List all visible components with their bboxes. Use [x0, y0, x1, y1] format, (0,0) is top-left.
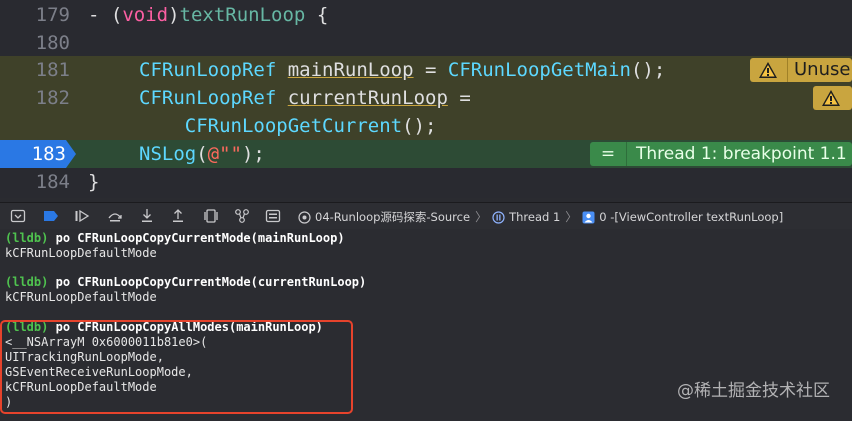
- badge-divider: [626, 142, 627, 166]
- code-line-182[interactable]: 182 CFRunLoopRef currentRunLoop =: [0, 84, 852, 112]
- console-output: kCFRunLoopDefaultMode: [5, 290, 157, 304]
- line-number: 183: [31, 143, 66, 165]
- code-text[interactable]: CFRunLoopGetCurrent();: [139, 112, 437, 140]
- code-text[interactable]: - (void)textRunLoop {: [88, 1, 328, 29]
- line-number[interactable]: 180: [0, 29, 70, 57]
- breakpoint-toggle-icon[interactable]: [43, 208, 59, 224]
- breadcrumb: 04-Runloop源码探索-Source 〉 Thread 1 〉 0 -[V…: [298, 203, 783, 229]
- code-token: CFRunLoopRef: [139, 87, 277, 109]
- lldb-prompt: (lldb): [5, 231, 49, 245]
- breakpoint-status-badge[interactable]: = Thread 1: breakpoint 1.1: [590, 142, 852, 166]
- line-number[interactable]: 184: [0, 168, 70, 196]
- warning-message: Unuse: [794, 59, 851, 80]
- code-text[interactable]: }: [88, 168, 99, 196]
- line-number[interactable]: 182: [0, 84, 70, 112]
- memory-graph-icon[interactable]: [234, 208, 250, 224]
- thread-icon: [492, 210, 505, 224]
- step-over-icon[interactable]: [107, 208, 123, 224]
- code-token: =: [447, 87, 471, 109]
- line-number[interactable]: 181: [0, 56, 70, 84]
- code-editor[interactable]: 179 - (void)textRunLoop { 180 181 CFRunL…: [0, 0, 852, 198]
- code-line-180[interactable]: 180: [0, 29, 852, 57]
- breadcrumb-target[interactable]: 04-Runloop源码探索-Source: [298, 204, 470, 230]
- environment-icon[interactable]: [265, 208, 281, 224]
- code-token: NSLog: [139, 143, 197, 165]
- console-line: (lldb) po CFRunLoopCopyCurrentMode(mainR…: [5, 231, 345, 246]
- warning-icon: [759, 62, 777, 78]
- thread-indicator-icon: =: [600, 144, 616, 164]
- code-token: CFRunLoopRef: [139, 59, 277, 81]
- console-command: po CFRunLoopCopyCurrentMode(currentRunLo…: [55, 275, 367, 289]
- code-token: ();: [402, 115, 437, 137]
- breakpoint-marker[interactable]: 183: [0, 140, 76, 168]
- breakpoint-message: Thread 1: breakpoint 1.1: [636, 144, 847, 164]
- line-number[interactable]: 179: [0, 1, 70, 29]
- code-text[interactable]: CFRunLoopRef mainRunLoop = CFRunLoopGetM…: [139, 56, 665, 84]
- breadcrumb-thread[interactable]: Thread 1: [492, 204, 560, 230]
- chevron-right-icon: 〉: [475, 209, 488, 224]
- console-output: kCFRunLoopDefaultMode: [5, 246, 157, 260]
- code-token: @"": [207, 143, 242, 165]
- breadcrumb-target-label: 04-Runloop源码探索-Source: [315, 209, 471, 224]
- breadcrumb-thread-label: Thread 1: [509, 209, 561, 224]
- console-line: (lldb) po CFRunLoopCopyCurrentMode(curre…: [5, 275, 366, 290]
- code-token: );: [241, 143, 265, 165]
- warning-badge[interactable]: Unuse: [750, 58, 852, 82]
- target-icon: [298, 210, 311, 224]
- badge-divider: [787, 58, 788, 82]
- code-token: mainRunLoop: [287, 59, 414, 81]
- code-token: {: [305, 4, 329, 26]
- code-text[interactable]: NSLog(@"");: [139, 140, 265, 168]
- code-token: CFRunLoopGetCurrent: [139, 115, 403, 137]
- step-into-icon[interactable]: [139, 208, 155, 224]
- code-line-182-continued[interactable]: CFRunLoopGetCurrent();: [0, 112, 852, 140]
- warning-icon: [822, 90, 840, 106]
- debug-toolbar: 04-Runloop源码探索-Source 〉 Thread 1 〉 0 -[V…: [0, 202, 852, 230]
- debug-console[interactable]: (lldb) po CFRunLoopCopyCurrentMode(mainR…: [0, 229, 852, 421]
- code-token: =: [413, 59, 448, 81]
- hide-console-icon[interactable]: [10, 208, 26, 224]
- code-token: currentRunLoop: [287, 87, 448, 109]
- code-line-179[interactable]: 179 - (void)textRunLoop {: [0, 1, 852, 29]
- continue-icon[interactable]: [74, 208, 90, 224]
- person-icon: [582, 211, 595, 223]
- code-text[interactable]: CFRunLoopRef currentRunLoop =: [139, 84, 471, 112]
- code-token: - (: [88, 4, 123, 26]
- code-token: textRunLoop: [179, 4, 306, 26]
- code-line-184[interactable]: 184 }: [0, 168, 852, 196]
- code-line-183[interactable]: 183 NSLog(@""); = Thread 1: breakpoint 1…: [0, 140, 852, 168]
- view-hierarchy-icon[interactable]: [203, 208, 219, 224]
- code-token: void: [122, 4, 169, 26]
- code-token: CFRunLoopGetMain: [447, 59, 631, 81]
- code-token: ): [168, 4, 180, 26]
- watermark: @稀土掘金技术社区: [677, 381, 830, 401]
- breadcrumb-frame[interactable]: 0 -[ViewController textRunLoop]: [582, 204, 783, 230]
- code-token: ();: [630, 59, 666, 81]
- code-token: }: [88, 171, 100, 193]
- breadcrumb-frame-label: 0 -[ViewController textRunLoop]: [599, 209, 784, 224]
- chevron-right-icon: 〉: [565, 209, 578, 224]
- code-line-181[interactable]: 181 CFRunLoopRef mainRunLoop = CFRunLoop…: [0, 56, 852, 84]
- warning-badge[interactable]: [813, 86, 852, 110]
- step-out-icon[interactable]: [170, 208, 186, 224]
- lldb-prompt: (lldb): [5, 275, 49, 289]
- code-token: (: [196, 143, 208, 165]
- console-command: po CFRunLoopCopyCurrentMode(mainRunLoop): [55, 231, 345, 245]
- annotation-highlight-box: [0, 320, 353, 414]
